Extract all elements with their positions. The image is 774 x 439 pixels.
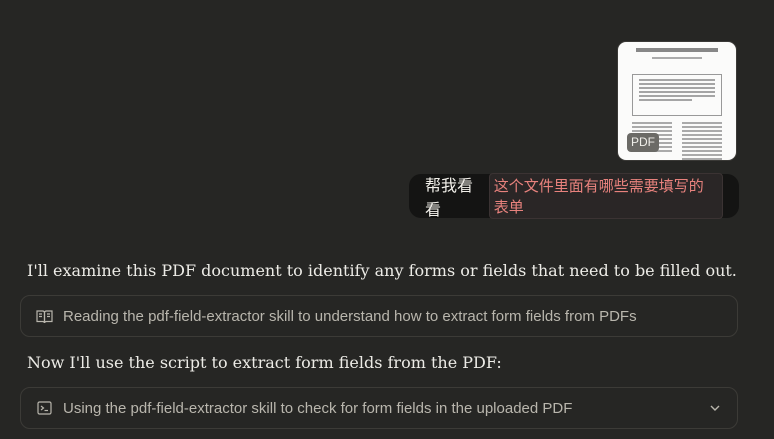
chevron-down-icon[interactable] [707,400,723,416]
tool-call-label: Using the pdf-field-extractor skill to c… [63,399,573,417]
tool-call-run-script[interactable]: Using the pdf-field-extractor skill to c… [20,387,738,429]
terminal-icon [35,399,53,417]
assistant-followup-text: Now I'll use the script to extract form … [27,353,502,372]
book-icon [35,307,53,325]
tool-call-label: Reading the pdf-field-extractor skill to… [63,307,637,325]
assistant-intro-text: I'll examine this PDF document to identi… [27,261,737,280]
user-message-highlight: 这个文件里面有哪些需要填写的表单 [488,173,723,219]
pdf-badge: PDF [627,133,659,152]
user-message-text: 帮我看看 [425,176,474,219]
tool-call-read-skill[interactable]: Reading the pdf-field-extractor skill to… [20,295,738,337]
user-message-bubble: 帮我看看 这个文件里面有哪些需要填写的表单 [409,173,739,219]
